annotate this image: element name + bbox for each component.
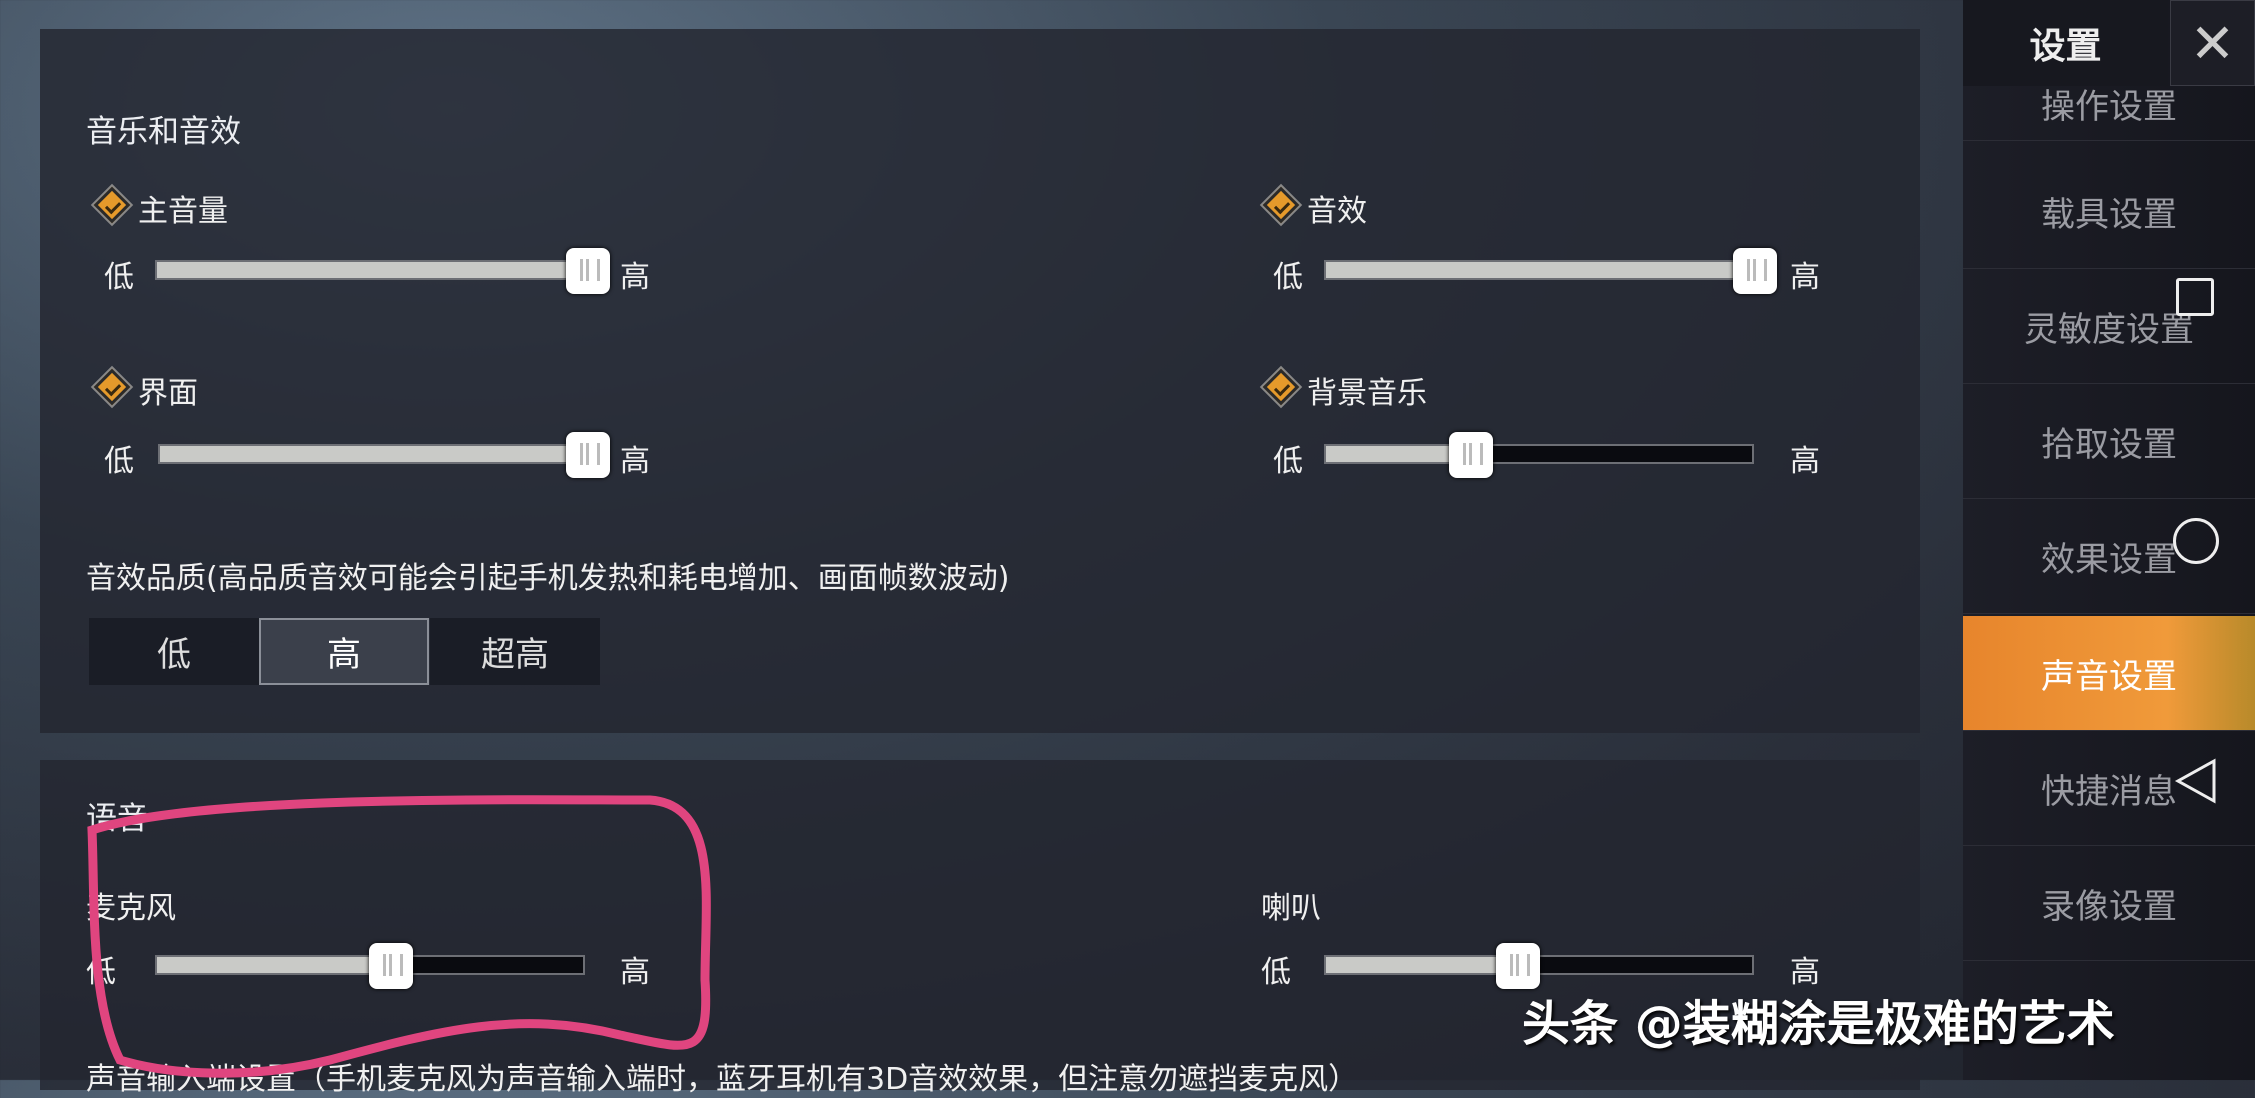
pink-annotation-circle: [87, 795, 711, 1078]
triangle-back-icon[interactable]: [2174, 757, 2218, 805]
sidebar-item[interactable]: 录像设置: [1963, 846, 2255, 961]
sidebar-item[interactable]: 拾取设置: [1963, 384, 2255, 499]
close-icon[interactable]: ✕: [2170, 0, 2255, 86]
settings-title: 设置: [1963, 0, 2168, 86]
sidebar-item[interactable]: 载具设置: [1963, 154, 2255, 269]
circle-icon[interactable]: [2173, 518, 2219, 564]
sidebar-item[interactable]: 声音设置: [1963, 616, 2255, 731]
watermark: 头条 @装糊涂是极难的艺术: [1522, 996, 2115, 1052]
square-icon[interactable]: [2176, 278, 2214, 316]
